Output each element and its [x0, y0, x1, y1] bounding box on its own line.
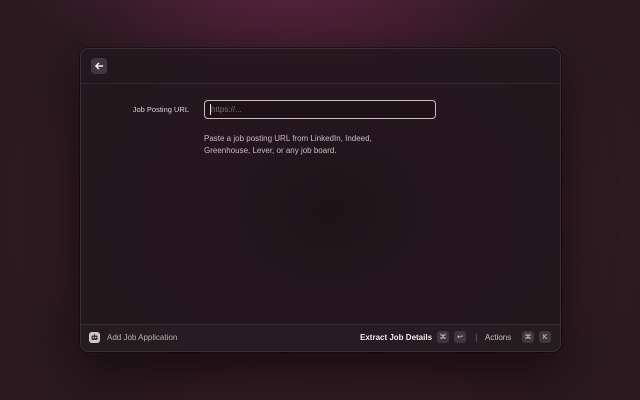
robot-icon [91, 333, 98, 340]
app-icon [89, 332, 100, 343]
help-line-1: Paste a job posting URL from LinkedIn, I… [204, 134, 372, 143]
actions-cmd-key: ⌘ [522, 331, 534, 343]
command-title: Add Job Application [107, 333, 178, 342]
job-url-input[interactable] [204, 100, 436, 119]
extract-job-details-button[interactable]: Extract Job Details [360, 333, 432, 342]
job-url-help-text: Paste a job posting URL from LinkedIn, I… [204, 133, 424, 157]
actions-k-key: K [539, 331, 551, 343]
enter-key: ↩ [454, 331, 466, 343]
job-url-label: Job Posting URL [132, 105, 189, 114]
actions-button[interactable]: Actions [485, 333, 511, 342]
text-caret [210, 104, 211, 115]
extension-window: Job Posting URL Paste a job posting URL … [80, 48, 561, 352]
action-bar: Add Job Application Extract Job Details … [81, 324, 560, 351]
top-bar [81, 49, 560, 84]
footer-divider [476, 334, 477, 342]
back-button[interactable] [91, 58, 107, 74]
help-line-2: Greenhouse, Lever, or any job board. [204, 146, 337, 155]
arrow-left-icon [95, 62, 104, 70]
cmd-key: ⌘ [437, 331, 449, 343]
